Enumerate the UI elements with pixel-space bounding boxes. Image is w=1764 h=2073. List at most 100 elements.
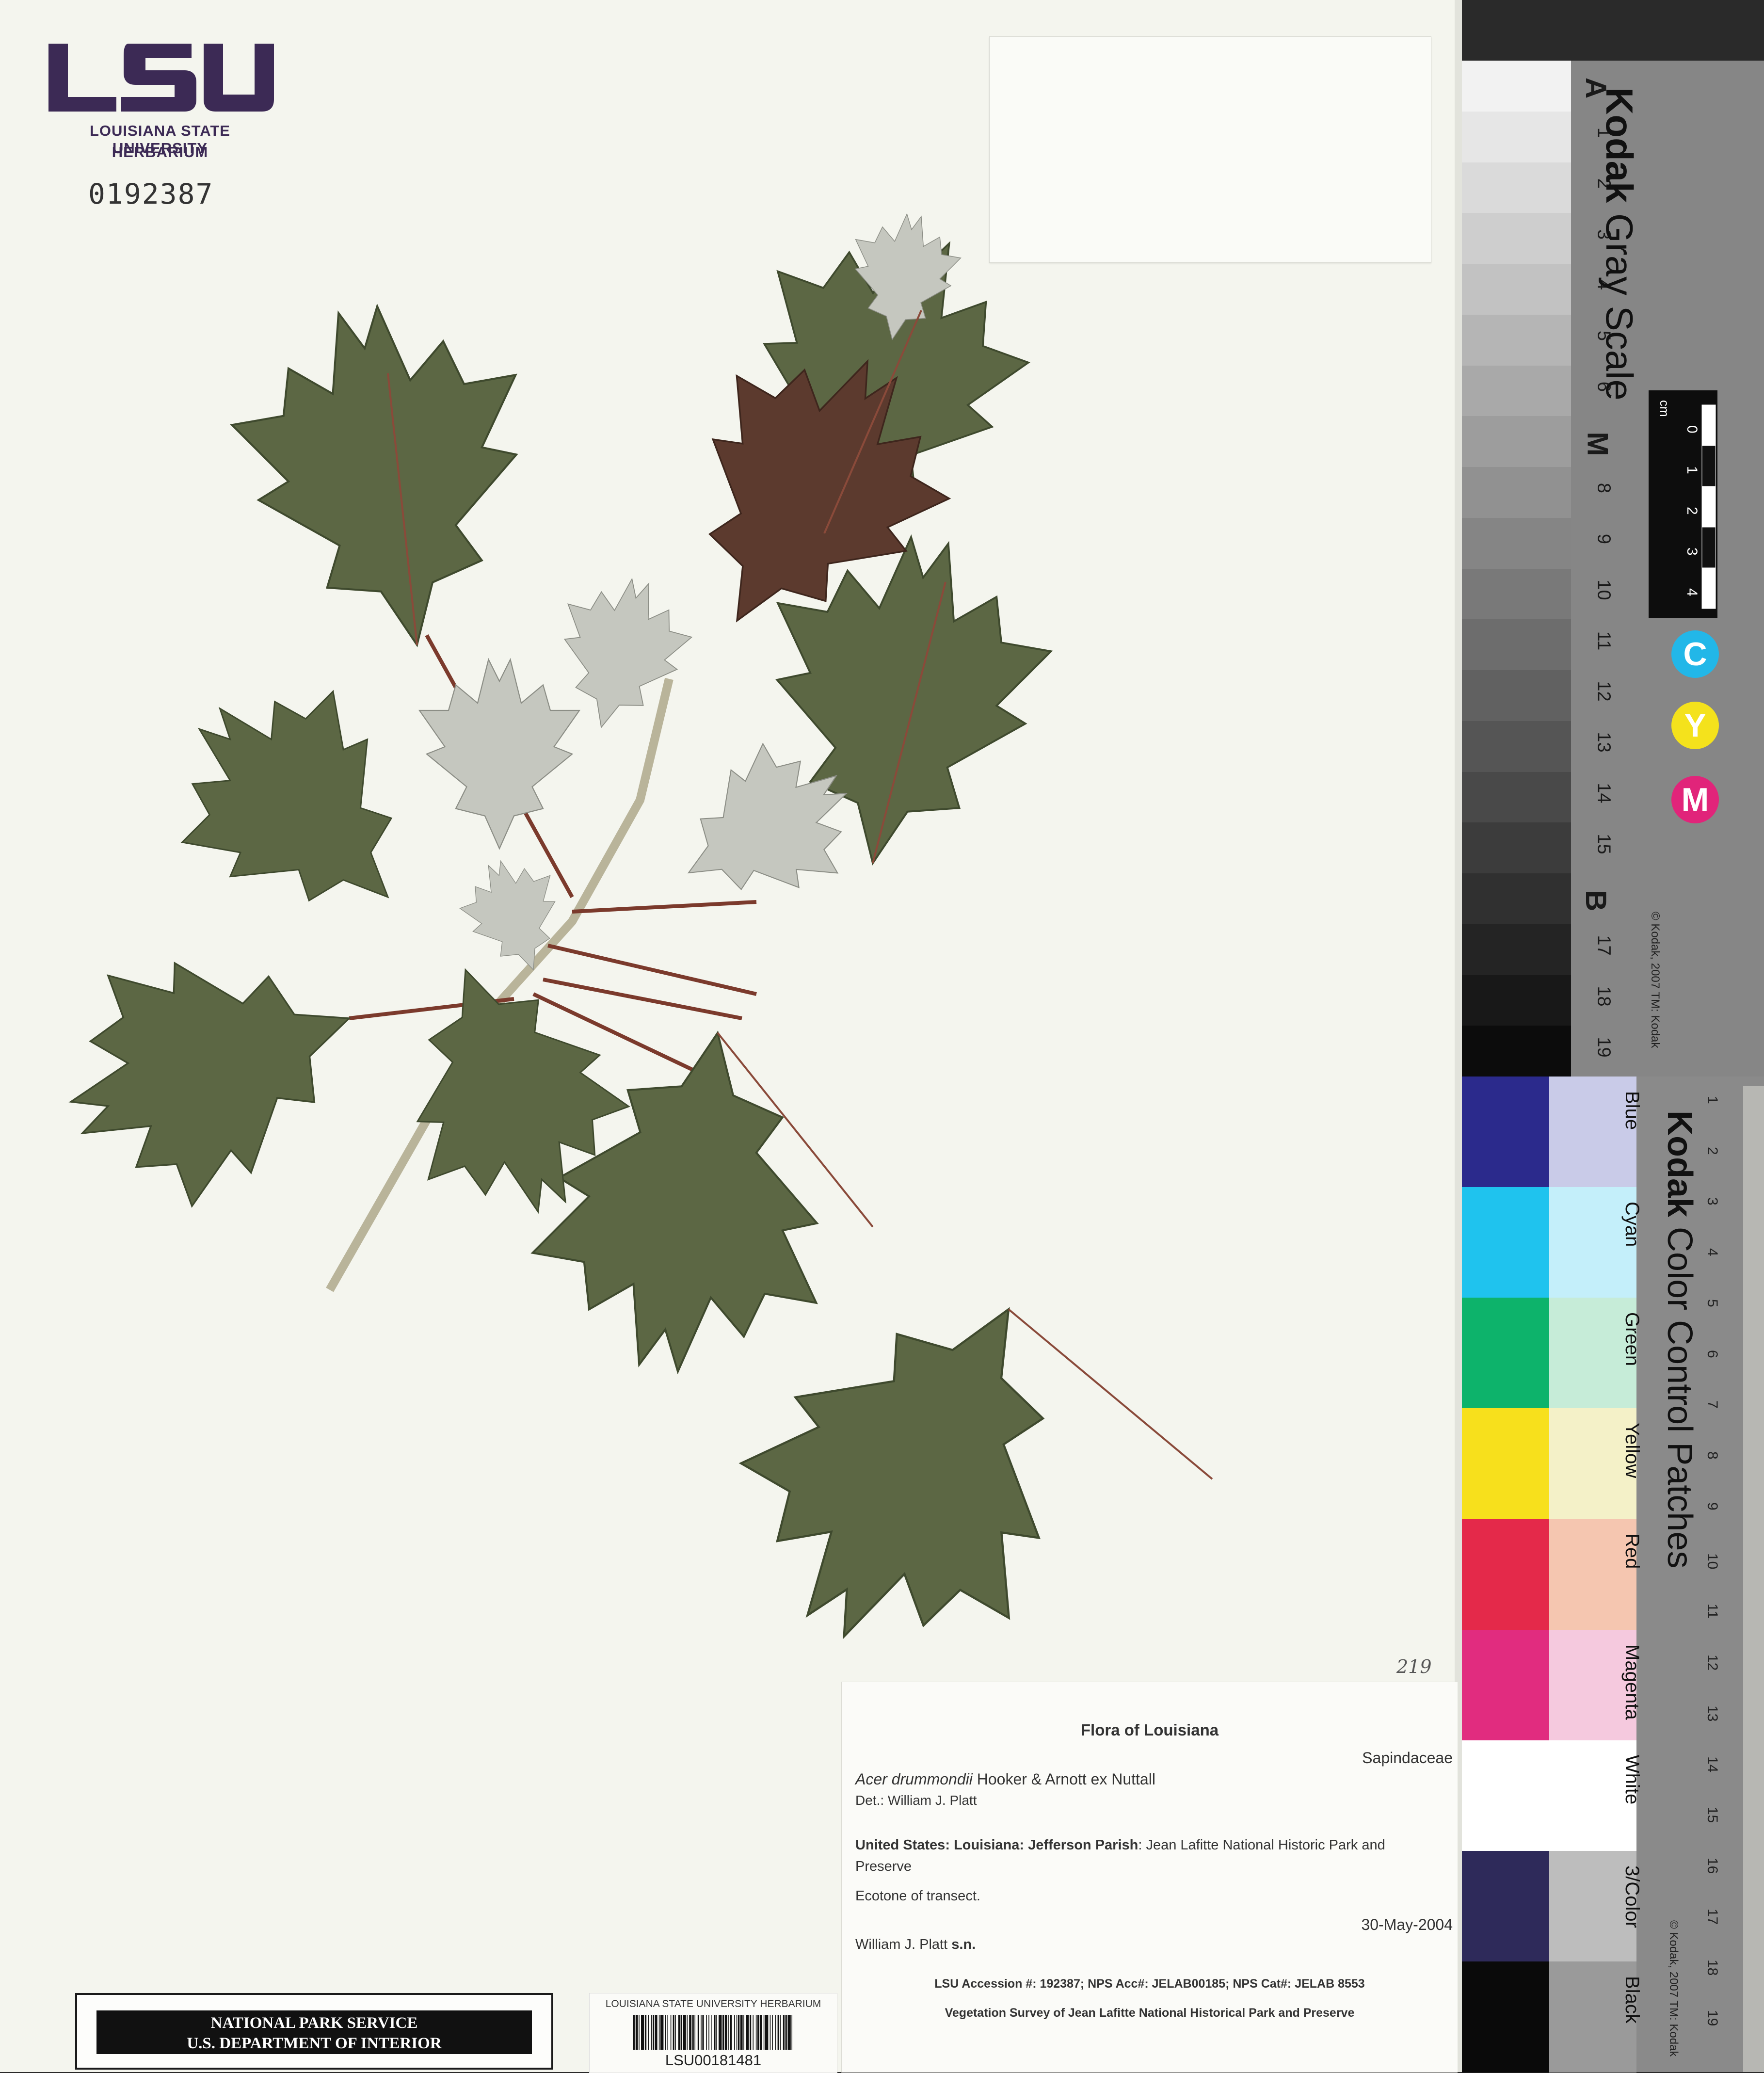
gray-patch	[1462, 670, 1571, 722]
gray-patch	[1462, 568, 1571, 620]
barcode-bar	[730, 2015, 732, 2050]
cyan-dot-icon: C	[1671, 630, 1719, 678]
color-patch-label: Magenta	[1621, 1644, 1643, 1720]
cm-segment	[1701, 486, 1716, 528]
gray-patch	[1462, 111, 1571, 163]
color-control-title: Kodak Color Control Patches	[1660, 1110, 1700, 1568]
gray-scale-marker: 19	[1593, 1036, 1614, 1058]
gray-scale-marker: 8	[1593, 483, 1614, 494]
barcode-bar	[708, 2015, 709, 2050]
cm-segment	[1701, 527, 1716, 568]
cm-segment	[1701, 567, 1716, 609]
color-ruler-number: 17	[1704, 1908, 1720, 1925]
color-ruler-number: 2	[1704, 1146, 1720, 1155]
color-patch-saturated	[1462, 1961, 1549, 2073]
scientific-name: Acer drummondii	[855, 1770, 973, 1788]
color-ruler-number: 3	[1704, 1197, 1720, 1206]
nps-line-1: NATIONAL PARK SERVICE	[210, 2014, 418, 2032]
yellow-dot-icon: Y	[1671, 702, 1719, 749]
color-patch-label: White	[1621, 1754, 1643, 1804]
barcode-bar	[777, 2015, 779, 2050]
gray-patch	[1462, 264, 1571, 315]
color-control-title-text: Color Control Patches	[1660, 1217, 1699, 1569]
gray-scale-marker: B	[1580, 890, 1613, 912]
cm-tick-label: 4	[1684, 588, 1700, 596]
barcode-bar	[743, 2015, 744, 2050]
color-ruler-number: 9	[1704, 1502, 1720, 1511]
color-patch-saturated	[1462, 1629, 1549, 1741]
nps-label: NATIONAL PARK SERVICE U.S. DEPARTMENT OF…	[75, 1993, 553, 2070]
gray-scale-marker: 13	[1593, 732, 1614, 753]
cm-label: cm	[1657, 400, 1672, 417]
barcode-bar	[653, 2015, 655, 2050]
barcode-bar	[734, 2015, 735, 2050]
cm-scale-bar: cm 0 1 2 3 4	[1649, 390, 1717, 618]
color-ruler-number: 6	[1704, 1350, 1720, 1358]
barcode-bar	[770, 2015, 771, 2050]
barcode-bar	[675, 2015, 676, 2050]
color-ruler-number: 12	[1704, 1655, 1720, 1671]
barcode-bar	[738, 2015, 740, 2050]
collector-name: William J. Platt	[855, 1937, 952, 1952]
gray-scale-marker: 17	[1593, 935, 1614, 956]
barcode-bar	[633, 2015, 635, 2050]
color-ruler-number: 18	[1704, 1959, 1720, 1976]
cm-tick-label: 1	[1684, 466, 1700, 474]
barcode-bar	[765, 2015, 769, 2050]
color-patch-saturated	[1462, 1408, 1549, 1520]
barcode-bar	[702, 2015, 704, 2050]
barcode-bar	[724, 2015, 727, 2050]
barcode-number: LSU00181481	[665, 2052, 762, 2069]
color-ruler-number: 16	[1704, 1858, 1720, 1874]
color-ruler-number: 13	[1704, 1705, 1720, 1722]
color-patch-saturated	[1462, 1077, 1549, 1188]
barcode-bar	[639, 2015, 640, 2050]
gray-scale-marker: 9	[1593, 534, 1614, 545]
barcode-bar	[651, 2015, 652, 2050]
gray-scale-brand: Kodak	[1598, 87, 1641, 203]
barcode-bar	[755, 2015, 757, 2050]
cm-tick-label: 3	[1684, 547, 1700, 556]
nps-line-2: U.S. DEPARTMENT OF INTERIOR	[187, 2035, 442, 2052]
barcode-bar	[683, 2015, 686, 2050]
barcode-bar	[780, 2015, 781, 2050]
label-project: Vegetation Survey of Jean Lafitte Nation…	[945, 2006, 1355, 2020]
barcode-bar	[641, 2015, 644, 2050]
gray-scale-marker: 18	[1593, 986, 1614, 1007]
barcode-bar	[697, 2015, 699, 2050]
barcode-bar	[787, 2015, 791, 2050]
gray-scale-marker: 11	[1593, 631, 1614, 650]
gray-patch	[1462, 975, 1571, 1027]
barcode-bar	[763, 2015, 765, 2050]
color-ruler-number: 4	[1704, 1248, 1720, 1256]
barcode-bar	[680, 2015, 682, 2050]
color-ruler-number: 15	[1704, 1807, 1720, 1823]
barcode-bar	[701, 2015, 702, 2050]
color-patch-saturated	[1462, 1850, 1549, 1962]
gray-scale-marker: M	[1581, 432, 1614, 456]
barcode-bar	[722, 2015, 724, 2050]
barcode-bar	[645, 2015, 647, 2050]
barcode-bar	[757, 2015, 759, 2050]
barcode-bar	[648, 2015, 649, 2050]
collector-number: s.n.	[951, 1937, 976, 1952]
barcode-bar	[660, 2015, 664, 2050]
gray-patch	[1462, 924, 1571, 976]
color-ruler-number: 10	[1704, 1553, 1720, 1569]
barcode-bar	[716, 2015, 717, 2050]
label-family: Sapindaceae	[1362, 1749, 1453, 1767]
barcode-label: LOUISIANA STATE UNIVERSITY HERBARIUM LSU…	[589, 1993, 837, 2073]
color-ruler-number: 14	[1704, 1756, 1720, 1772]
color-patch-label: Blue	[1621, 1091, 1643, 1130]
gray-patch	[1462, 517, 1571, 569]
color-patch-label: Black	[1621, 1976, 1643, 2024]
gray-scale-marker: 15	[1593, 833, 1614, 854]
barcode-bar	[706, 2015, 707, 2050]
barcode-bar	[740, 2015, 743, 2050]
barcode-bar	[655, 2015, 657, 2050]
barcode-bar	[759, 2015, 762, 2050]
color-patch-label: Green	[1621, 1312, 1643, 1366]
color-control-copyright: © Kodak, 2007 TM: Kodak	[1667, 1920, 1680, 2057]
cm-tick-label: 2	[1684, 507, 1700, 515]
barcode-bar	[746, 2015, 749, 2050]
